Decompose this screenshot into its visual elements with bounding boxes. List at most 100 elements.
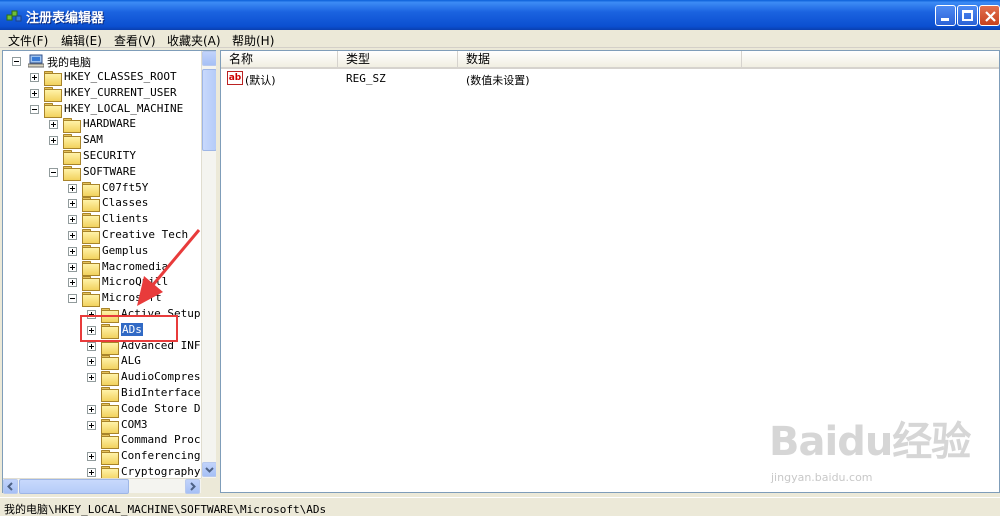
maximize-button[interactable] bbox=[957, 5, 978, 26]
tree-node-label: C07ft5Y bbox=[102, 180, 149, 194]
horizontal-scroll-thumb[interactable] bbox=[19, 479, 129, 494]
close-button[interactable] bbox=[979, 5, 1000, 26]
scroll-up-button[interactable] bbox=[202, 51, 217, 66]
tree-node[interactable]: Command Proce bbox=[3, 432, 207, 450]
folder-icon bbox=[82, 260, 100, 276]
expand-icon[interactable] bbox=[68, 215, 77, 225]
tree-node[interactable]: Gemplus bbox=[3, 243, 199, 260]
scroll-thumb[interactable] bbox=[202, 69, 217, 151]
folder-icon bbox=[101, 371, 119, 387]
column-header-type[interactable]: 类型 bbox=[338, 51, 458, 69]
menu-view[interactable]: 查看(V) bbox=[114, 32, 156, 49]
folder-icon bbox=[101, 402, 119, 418]
chevron-down-icon bbox=[205, 467, 214, 473]
folder-icon bbox=[101, 450, 119, 466]
tree-node[interactable]: HKEY_CLASSES_ROOT bbox=[3, 69, 199, 86]
menu-favorites[interactable]: 收藏夹(A) bbox=[167, 32, 221, 49]
expand-icon[interactable] bbox=[87, 404, 96, 414]
tree-node[interactable]: MicroQuill bbox=[3, 274, 199, 292]
expand-icon[interactable] bbox=[87, 357, 96, 367]
expand-icon[interactable] bbox=[49, 120, 58, 130]
expand-icon[interactable] bbox=[68, 199, 77, 209]
tree-node[interactable]: SAM bbox=[3, 132, 199, 150]
collapse-icon[interactable] bbox=[30, 104, 39, 114]
tree-horizontal-scrollbar[interactable] bbox=[3, 478, 201, 494]
highlight-box bbox=[80, 315, 178, 342]
tree-node[interactable]: AudioCompress bbox=[3, 369, 207, 387]
tree-node[interactable]: Microsoft bbox=[3, 290, 199, 308]
menu-file[interactable]: 文件(F) bbox=[8, 32, 48, 49]
scroll-down-button[interactable] bbox=[202, 462, 217, 477]
value-type: REG_SZ bbox=[346, 72, 386, 85]
tree-node[interactable]: SOFTWARE bbox=[3, 164, 199, 181]
expand-icon[interactable] bbox=[30, 73, 39, 82]
chevron-left-icon bbox=[7, 482, 13, 491]
minimize-button[interactable] bbox=[935, 5, 956, 26]
tree-node[interactable]: Macromedia bbox=[3, 259, 199, 276]
tree-node[interactable]: HKEY_LOCAL_MACHINE bbox=[3, 101, 199, 118]
menu-help[interactable]: 帮助(H) bbox=[232, 32, 274, 49]
values-list[interactable]: 名称 类型 数据 ab (默认) REG_SZ (数值未设置) Baidu经验 … bbox=[220, 50, 1000, 493]
expand-icon[interactable] bbox=[68, 231, 77, 240]
tree-node[interactable]: Conferencing bbox=[3, 448, 201, 466]
tree-node-label: BidInterface bbox=[121, 386, 201, 399]
computer-icon bbox=[28, 54, 44, 68]
registry-tree[interactable]: 我的电脑 HKEY_CLASSES_ROOT HKEY_CURRENT_USER H… bbox=[2, 50, 217, 494]
watermark-logo: Baidu经验 bbox=[769, 419, 971, 465]
collapse-icon[interactable] bbox=[49, 167, 58, 177]
scroll-left-button[interactable] bbox=[3, 479, 18, 494]
chevron-right-icon bbox=[190, 482, 196, 491]
folder-icon bbox=[63, 134, 81, 150]
collapse-icon[interactable] bbox=[68, 294, 77, 304]
tree-node[interactable]: Classes bbox=[3, 195, 199, 213]
column-header-data[interactable]: 数据 bbox=[458, 51, 742, 69]
expand-icon[interactable] bbox=[87, 420, 96, 430]
tree-node[interactable]: SECURITY bbox=[3, 148, 199, 165]
folder-icon bbox=[101, 355, 119, 371]
collapse-icon[interactable] bbox=[12, 57, 21, 66]
expand-icon[interactable] bbox=[87, 452, 96, 462]
tree-node-label: Classes bbox=[102, 196, 149, 210]
expand-icon[interactable] bbox=[68, 183, 77, 193]
string-value-icon: ab bbox=[227, 71, 243, 85]
expand-icon[interactable] bbox=[68, 262, 77, 272]
folder-icon bbox=[44, 86, 62, 102]
expand-icon[interactable] bbox=[30, 88, 39, 98]
folder-icon bbox=[101, 418, 119, 434]
tree-node[interactable]: Clients bbox=[3, 211, 199, 229]
tree-node[interactable]: Code Store Da bbox=[3, 401, 207, 418]
tree-node[interactable]: HKEY_CURRENT_USER bbox=[3, 85, 199, 102]
tree-vertical-scrollbar[interactable] bbox=[201, 51, 217, 478]
tree-node[interactable]: ALG bbox=[3, 353, 199, 371]
title-bar: 注册表编辑器 bbox=[0, 0, 1000, 30]
folder-icon bbox=[82, 197, 100, 213]
column-header-name[interactable]: 名称 bbox=[221, 51, 338, 69]
watermark-url: jingyan.baidu.com bbox=[771, 471, 873, 484]
folder-icon bbox=[101, 387, 119, 402]
tree-node[interactable]: BidInterface bbox=[3, 385, 201, 402]
expand-icon[interactable] bbox=[87, 468, 96, 477]
folder-icon bbox=[82, 244, 100, 260]
tree-node-label: HKEY_LOCAL_MACHINE bbox=[64, 101, 184, 115]
tree-node[interactable]: HARDWARE bbox=[3, 116, 199, 134]
tree-node-label: Microsoft bbox=[102, 291, 162, 305]
folder-icon bbox=[63, 118, 81, 134]
baidu-watermark: Baidu经验 jingyan.baidu.com bbox=[769, 409, 971, 484]
expand-icon[interactable] bbox=[87, 373, 96, 383]
folder-icon bbox=[82, 181, 100, 197]
tree-node-label: Conferencing bbox=[121, 449, 201, 463]
tree-node[interactable]: C07ft5Y bbox=[3, 180, 199, 197]
list-item[interactable]: ab (默认) REG_SZ (数值未设置) bbox=[221, 70, 921, 87]
tree-node[interactable]: COM3 bbox=[3, 417, 199, 434]
expand-icon[interactable] bbox=[68, 246, 77, 256]
tree-node[interactable]: Creative Tech bbox=[3, 227, 199, 244]
tree-root[interactable]: 我的电脑 bbox=[3, 53, 199, 69]
registry-editor-icon bbox=[6, 10, 22, 22]
expand-icon[interactable] bbox=[87, 341, 96, 351]
expand-icon[interactable] bbox=[68, 278, 77, 288]
expand-icon[interactable] bbox=[49, 136, 58, 146]
menu-edit[interactable]: 编辑(E) bbox=[61, 32, 102, 49]
scroll-right-button[interactable] bbox=[185, 479, 200, 494]
tree-node-label: Clients bbox=[102, 212, 149, 226]
tree-node-label: SECURITY bbox=[83, 149, 136, 162]
